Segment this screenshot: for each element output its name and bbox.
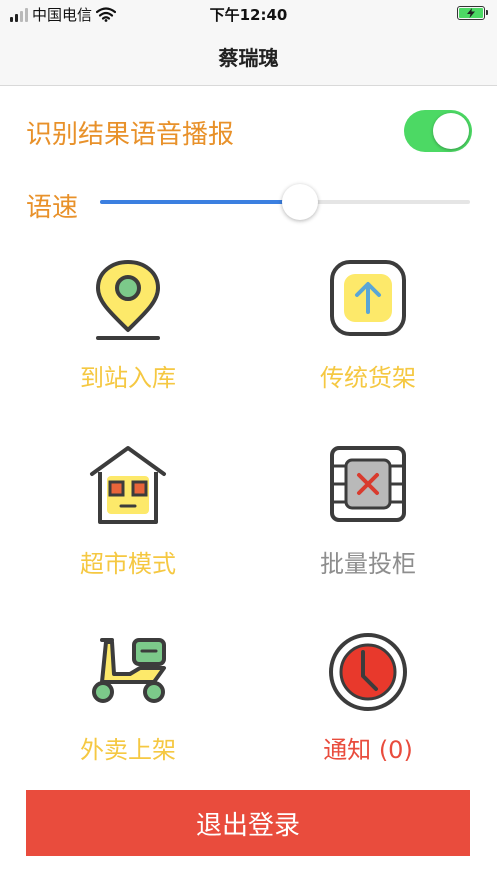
grid-item-takeout-shelf[interactable]: 外卖上架: [8, 630, 248, 780]
grid-item-traditional-shelf[interactable]: 传统货架: [248, 258, 488, 408]
grid-item-batch-locker[interactable]: 批量投柜: [248, 444, 488, 594]
grid-label: 通知 (0): [323, 736, 413, 764]
voice-broadcast-label: 识别结果语音播报: [26, 120, 235, 150]
grid-item-supermarket-mode[interactable]: 超市模式: [8, 444, 248, 594]
grid-item-arrival-storage[interactable]: 到站入库: [8, 258, 248, 408]
house-robot-icon: [90, 446, 166, 524]
grid-label: 批量投柜: [320, 550, 416, 578]
page-title: 蔡瑞瑰: [218, 46, 279, 70]
location-pin-icon: [96, 260, 160, 340]
logout-button[interactable]: 退出登录: [26, 790, 470, 856]
grid-label: 传统货架: [320, 364, 416, 392]
speech-speed-slider[interactable]: [100, 184, 470, 220]
scooter-icon: [92, 638, 166, 703]
status-time: 下午12:40: [209, 6, 288, 24]
grid-label: 到站入库: [80, 364, 176, 392]
status-bar: 中国电信 下午12:40: [0, 0, 497, 28]
locker-x-icon: [330, 446, 406, 522]
toggle-knob: [433, 113, 469, 149]
grid-item-notifications[interactable]: 通知 (0): [248, 630, 488, 780]
slider-thumb[interactable]: [282, 184, 318, 220]
charging-bolt-icon: [467, 8, 475, 18]
grid-label: 超市模式: [80, 550, 176, 578]
voice-broadcast-toggle[interactable]: [404, 110, 472, 152]
slider-fill: [100, 200, 300, 204]
navigation-bar: 蔡瑞瑰: [0, 28, 497, 86]
upload-arrow-icon: [330, 260, 406, 336]
battery-icon: [457, 6, 488, 20]
clock-icon: [329, 633, 407, 711]
speech-speed-label: 语速: [26, 193, 79, 223]
grid-label: 外卖上架: [80, 736, 176, 764]
